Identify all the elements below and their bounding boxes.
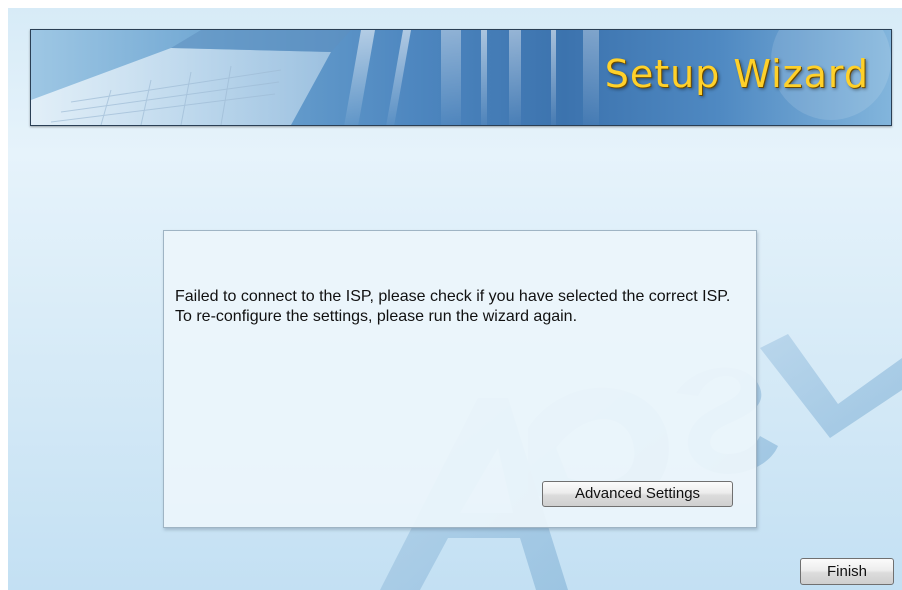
wizard-workspace: Setup Wizard Failed to connect to the IS… (8, 8, 902, 590)
finish-button[interactable]: Finish (800, 558, 894, 585)
advanced-settings-button[interactable]: Advanced Settings (542, 481, 733, 507)
header-banner: Setup Wizard (30, 29, 892, 126)
wizard-title: Setup Wizard (604, 52, 869, 96)
message-panel: Failed to connect to the ISP, please che… (163, 230, 757, 528)
page: Setup Wizard Failed to connect to the IS… (0, 0, 902, 590)
error-message: Failed to connect to the ISP, please che… (175, 288, 731, 325)
